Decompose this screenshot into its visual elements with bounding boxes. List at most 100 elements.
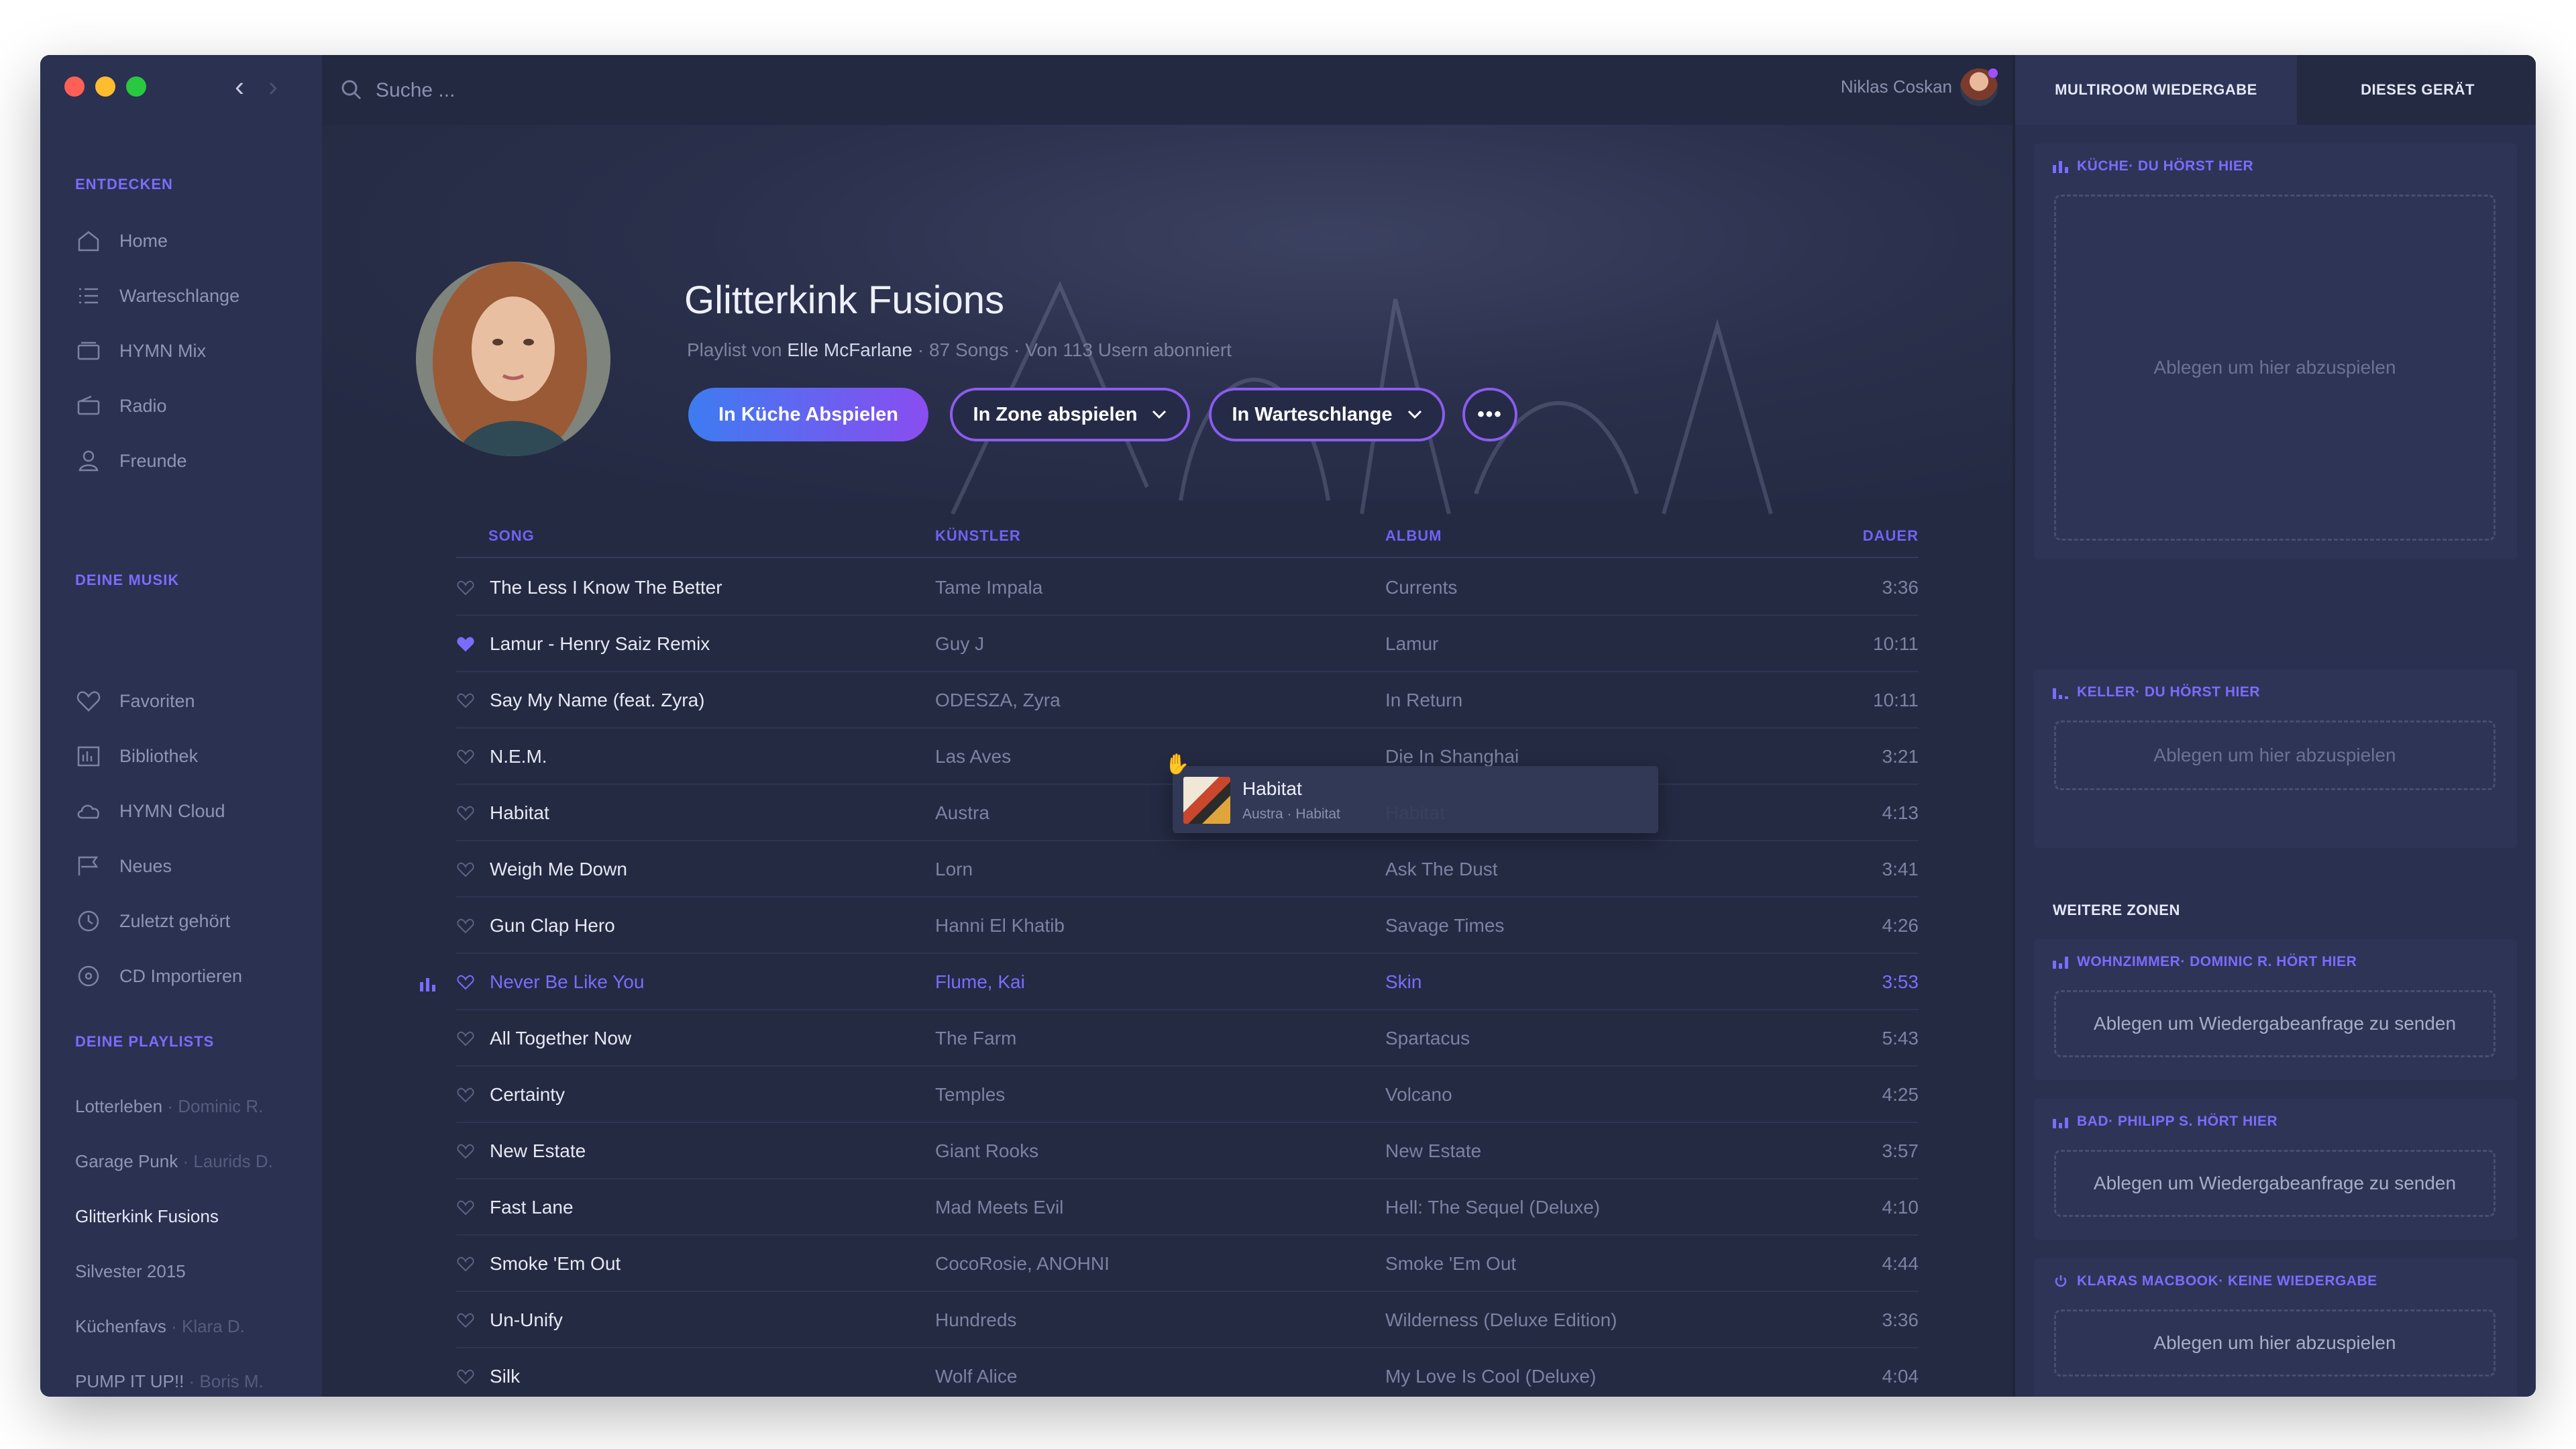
table-row[interactable]: New Estate Giant Rooks New Estate 3:57 bbox=[322, 1123, 2012, 1179]
album-name[interactable]: My Love Is Cool (Deluxe) bbox=[1385, 1366, 1596, 1387]
drop-zone[interactable]: Ablegen um hier abzuspielen bbox=[2054, 1309, 2496, 1377]
artist-name[interactable]: Wolf Alice bbox=[935, 1366, 1017, 1387]
artist-name[interactable]: Hundreds bbox=[935, 1309, 1016, 1331]
drop-zone[interactable]: Ablegen um Wiedergabeanfrage zu senden bbox=[2054, 990, 2496, 1057]
song-title[interactable]: Weigh Me Down bbox=[490, 859, 627, 880]
column-header-song[interactable]: SONG bbox=[488, 527, 535, 545]
song-title[interactable]: Gun Clap Hero bbox=[490, 915, 615, 936]
forward-arrow-icon[interactable]: › bbox=[268, 72, 278, 101]
tab-multiroom[interactable]: MULTIROOM WIEDERGABE bbox=[2015, 55, 2297, 125]
play-in-zone-button[interactable]: In Zone abspielen bbox=[950, 388, 1190, 441]
song-title[interactable]: Habitat bbox=[490, 802, 549, 824]
artist-name[interactable]: Lorn bbox=[935, 859, 973, 880]
album-name[interactable]: New Estate bbox=[1385, 1140, 1481, 1162]
song-title[interactable]: The Less I Know The Better bbox=[490, 577, 722, 598]
sidebar-item-cd-import[interactable]: CD Importieren bbox=[75, 959, 242, 993]
album-name[interactable]: Lamur bbox=[1385, 633, 1438, 655]
avatar[interactable] bbox=[1960, 68, 1998, 106]
sidebar-item-hymn-cloud[interactable]: HYMN Cloud bbox=[75, 794, 225, 828]
sidebar-item-friends[interactable]: Freunde bbox=[75, 444, 187, 478]
heart-icon[interactable] bbox=[456, 1198, 475, 1217]
album-name[interactable]: Die In Shanghai bbox=[1385, 746, 1519, 767]
heart-icon[interactable] bbox=[456, 1254, 475, 1273]
album-name[interactable]: Skin bbox=[1385, 971, 1421, 993]
artist-name[interactable]: Tame Impala bbox=[935, 577, 1042, 598]
album-name[interactable]: Savage Times bbox=[1385, 915, 1504, 936]
user-name[interactable]: Niklas Coskan bbox=[1841, 76, 1952, 97]
song-title[interactable]: Never Be Like You bbox=[490, 971, 644, 993]
artist-name[interactable]: Guy J bbox=[935, 633, 984, 655]
sidebar-item-radio[interactable]: Radio bbox=[75, 389, 167, 423]
drop-zone[interactable]: Ablegen um hier abzuspielen bbox=[2054, 195, 2496, 541]
sidebar-item-home[interactable]: Home bbox=[75, 224, 168, 258]
table-row[interactable]: Un-Unify Hundreds Wilderness (Deluxe Editi… bbox=[322, 1292, 2012, 1348]
song-title[interactable]: Silk bbox=[490, 1366, 520, 1387]
column-header-artist[interactable]: KÜNSTLER bbox=[935, 527, 1021, 545]
heart-icon[interactable] bbox=[456, 804, 475, 822]
artist-name[interactable]: Austra bbox=[935, 802, 989, 824]
artist-name[interactable]: Temples bbox=[935, 1084, 1005, 1106]
play-in-kitchen-button[interactable]: In Küche Abspielen bbox=[688, 388, 928, 441]
back-arrow-icon[interactable]: ‹ bbox=[235, 72, 244, 101]
song-title[interactable]: Un-Unify bbox=[490, 1309, 563, 1331]
table-row[interactable]: Say My Name (feat. Zyra) ODESZA, Zyra In R… bbox=[322, 672, 2012, 729]
maximize-window-button[interactable] bbox=[126, 76, 146, 97]
album-name[interactable]: Ask The Dust bbox=[1385, 859, 1498, 880]
table-row[interactable]: Smoke 'Em Out CocoRosie, ANOHNI Smoke 'Em … bbox=[322, 1236, 2012, 1292]
song-title[interactable]: Smoke 'Em Out bbox=[490, 1253, 621, 1275]
playlist-item[interactable]: Küchenfavs · Klara D. bbox=[75, 1316, 245, 1337]
sidebar-item-library[interactable]: Bibliothek bbox=[75, 739, 198, 773]
playlist-item-active[interactable]: Glitterkink Fusions bbox=[75, 1206, 219, 1227]
table-row[interactable]: Lamur - Henry Saiz Remix Guy J Lamur 10:11 bbox=[322, 616, 2012, 672]
album-name[interactable]: Smoke 'Em Out bbox=[1385, 1253, 1516, 1275]
song-title[interactable]: Lamur - Henry Saiz Remix bbox=[490, 633, 710, 655]
artist-name[interactable]: Giant Rooks bbox=[935, 1140, 1038, 1162]
table-row[interactable]: The Less I Know The Better Tame Impala Cur… bbox=[322, 559, 2012, 616]
song-title[interactable]: Say My Name (feat. Zyra) bbox=[490, 690, 705, 711]
album-name[interactable]: Hell: The Sequel (Deluxe) bbox=[1385, 1197, 1600, 1218]
more-options-button[interactable]: ••• bbox=[1462, 388, 1517, 441]
artist-name[interactable]: Las Aves bbox=[935, 746, 1011, 767]
table-row-now-playing[interactable]: Never Be Like You Flume, Kai Skin 3:53 bbox=[322, 954, 2012, 1010]
song-title[interactable]: New Estate bbox=[490, 1140, 586, 1162]
tab-this-device[interactable]: DIESES GERÄT bbox=[2297, 55, 2536, 125]
table-row[interactable]: Gun Clap Hero Hanni El Khatib Savage Times… bbox=[322, 898, 2012, 954]
sidebar-item-hymn-mix[interactable]: HYMN Mix bbox=[75, 334, 206, 368]
drop-zone[interactable]: Ablegen um Wiedergabeanfrage zu senden bbox=[2054, 1150, 2496, 1217]
heart-icon[interactable] bbox=[456, 916, 475, 935]
song-title[interactable]: Certainty bbox=[490, 1084, 565, 1106]
table-row[interactable]: All Together Now The Farm Spartacus 5:43 bbox=[322, 1010, 2012, 1067]
sidebar-item-new[interactable]: Neues bbox=[75, 849, 172, 883]
search-input[interactable] bbox=[374, 74, 847, 107]
artist-name[interactable]: CocoRosie, ANOHNI bbox=[935, 1253, 1110, 1275]
table-row[interactable]: HabitatAustraHabitat4:13 bbox=[322, 785, 2012, 841]
song-title[interactable]: All Together Now bbox=[490, 1028, 631, 1049]
heart-icon[interactable] bbox=[456, 747, 475, 766]
playlist-item[interactable]: PUMP IT UP!! · Boris M. bbox=[75, 1371, 264, 1392]
artist-name[interactable]: Mad Meets Evil bbox=[935, 1197, 1063, 1218]
artist-name[interactable]: Flume, Kai bbox=[935, 971, 1025, 993]
album-name[interactable]: In Return bbox=[1385, 690, 1462, 711]
add-to-queue-button[interactable]: In Warteschlange bbox=[1209, 388, 1445, 441]
heart-icon[interactable] bbox=[456, 860, 475, 879]
column-header-duration[interactable]: DAUER bbox=[1863, 527, 1919, 545]
table-row[interactable]: Silk Wolf Alice My Love Is Cool (Deluxe) 4:… bbox=[322, 1348, 2012, 1397]
close-window-button[interactable] bbox=[64, 76, 85, 97]
playlist-item[interactable]: Garage Punk · Laurids D. bbox=[75, 1151, 273, 1172]
sidebar-item-favorites[interactable]: Favoriten bbox=[75, 684, 195, 718]
album-name[interactable]: Volcano bbox=[1385, 1084, 1452, 1106]
album-name[interactable]: Spartacus bbox=[1385, 1028, 1470, 1049]
heart-icon[interactable] bbox=[456, 691, 475, 710]
sidebar-item-recent[interactable]: Zuletzt gehört bbox=[75, 904, 230, 938]
heart-icon[interactable] bbox=[456, 1311, 475, 1330]
minimize-window-button[interactable] bbox=[95, 76, 115, 97]
album-name[interactable]: Wilderness (Deluxe Edition) bbox=[1385, 1309, 1617, 1331]
column-header-album[interactable]: ALBUM bbox=[1385, 527, 1442, 545]
song-title[interactable]: N.E.M. bbox=[490, 746, 547, 767]
heart-icon[interactable] bbox=[456, 1142, 475, 1161]
artist-name[interactable]: ODESZA, Zyra bbox=[935, 690, 1061, 711]
table-row[interactable]: Certainty Temples Volcano 4:25 bbox=[322, 1067, 2012, 1123]
heart-icon[interactable] bbox=[456, 1367, 475, 1386]
sidebar-item-queue[interactable]: Warteschlange bbox=[75, 279, 239, 313]
heart-icon[interactable] bbox=[456, 973, 475, 991]
